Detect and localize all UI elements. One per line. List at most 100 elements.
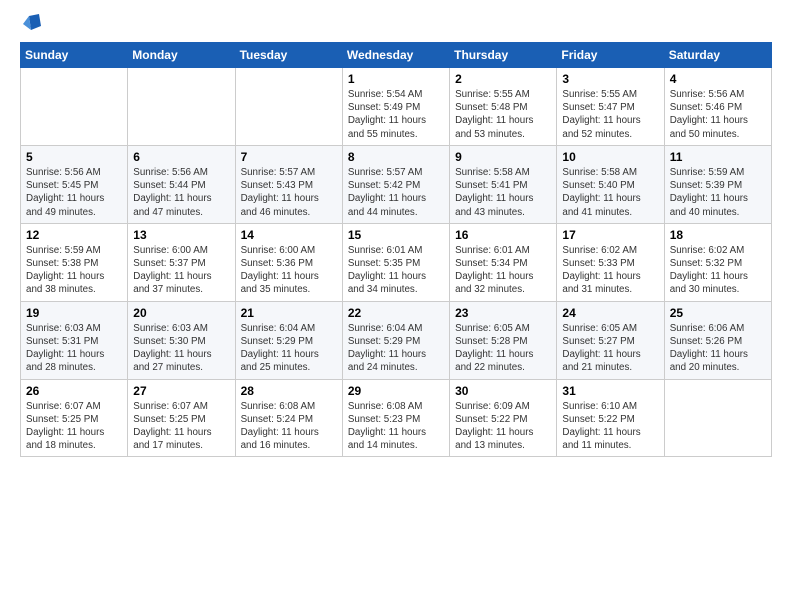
page: SundayMondayTuesdayWednesdayThursdayFrid…	[0, 0, 792, 612]
logo-icon	[21, 12, 43, 34]
day-number: 16	[455, 228, 551, 242]
day-number: 8	[348, 150, 444, 164]
day-info: Sunrise: 6:03 AMSunset: 5:31 PMDaylight:…	[26, 322, 122, 375]
calendar-day-cell: 3 Sunrise: 5:55 AMSunset: 5:47 PMDaylight…	[557, 68, 664, 146]
calendar-day-cell: 14 Sunrise: 6:00 AMSunset: 5:36 PMDayligh…	[235, 223, 342, 301]
day-info: Sunrise: 5:56 AMSunset: 5:44 PMDaylight:…	[133, 166, 229, 219]
day-info: Sunrise: 6:04 AMSunset: 5:29 PMDaylight:…	[348, 322, 444, 375]
day-info: Sunrise: 5:57 AMSunset: 5:43 PMDaylight:…	[241, 166, 337, 219]
day-info: Sunrise: 6:08 AMSunset: 5:24 PMDaylight:…	[241, 400, 337, 453]
day-number: 15	[348, 228, 444, 242]
day-number: 24	[562, 306, 658, 320]
calendar-day-cell	[128, 68, 235, 146]
calendar-header-day: Monday	[128, 43, 235, 68]
day-info: Sunrise: 6:01 AMSunset: 5:34 PMDaylight:…	[455, 244, 551, 297]
day-info: Sunrise: 6:01 AMSunset: 5:35 PMDaylight:…	[348, 244, 444, 297]
day-number: 4	[670, 72, 766, 86]
day-number: 3	[562, 72, 658, 86]
calendar-day-cell: 25Sunrise: 6:06 AMSunset: 5:26 PMDayligh…	[664, 301, 771, 379]
day-info: Sunrise: 6:05 AMSunset: 5:28 PMDaylight:…	[455, 322, 551, 375]
calendar-day-cell: 13 Sunrise: 6:00 AMSunset: 5:37 PMDayligh…	[128, 223, 235, 301]
day-number: 12	[26, 228, 122, 242]
day-info: Sunrise: 6:00 AMSunset: 5:37 PMDaylight:…	[133, 244, 229, 297]
calendar-day-cell: 4 Sunrise: 5:56 AMSunset: 5:46 PMDaylight…	[664, 68, 771, 146]
day-info: Sunrise: 5:59 AMSunset: 5:38 PMDaylight:…	[26, 244, 122, 297]
day-number: 6	[133, 150, 229, 164]
day-info: Sunrise: 6:02 AMSunset: 5:33 PMDaylight:…	[562, 244, 658, 297]
day-number: 13	[133, 228, 229, 242]
calendar-day-cell: 17Sunrise: 6:02 AMSunset: 5:33 PMDayligh…	[557, 223, 664, 301]
calendar-day-cell	[664, 379, 771, 457]
day-number: 31	[562, 384, 658, 398]
calendar-day-cell: 21 Sunrise: 6:04 AMSunset: 5:29 PMDayligh…	[235, 301, 342, 379]
calendar-day-cell: 30 Sunrise: 6:09 AMSunset: 5:22 PMDayligh…	[450, 379, 557, 457]
calendar-day-cell: 27 Sunrise: 6:07 AMSunset: 5:25 PMDayligh…	[128, 379, 235, 457]
day-number: 5	[26, 150, 122, 164]
calendar-day-cell: 1 Sunrise: 5:54 AMSunset: 5:49 PMDaylight…	[342, 68, 449, 146]
day-number: 21	[241, 306, 337, 320]
day-info: Sunrise: 5:55 AMSunset: 5:47 PMDaylight:…	[562, 88, 658, 141]
calendar-header-day: Tuesday	[235, 43, 342, 68]
calendar-day-cell: 11Sunrise: 5:59 AMSunset: 5:39 PMDayligh…	[664, 145, 771, 223]
calendar-day-cell: 7 Sunrise: 5:57 AMSunset: 5:43 PMDaylight…	[235, 145, 342, 223]
day-number: 27	[133, 384, 229, 398]
calendar-day-cell: 10 Sunrise: 5:58 AMSunset: 5:40 PMDayligh…	[557, 145, 664, 223]
day-number: 18	[670, 228, 766, 242]
day-info: Sunrise: 6:05 AMSunset: 5:27 PMDaylight:…	[562, 322, 658, 375]
day-info: Sunrise: 5:58 AMSunset: 5:41 PMDaylight:…	[455, 166, 551, 219]
calendar-day-cell	[235, 68, 342, 146]
day-number: 23	[455, 306, 551, 320]
calendar-day-cell: 23 Sunrise: 6:05 AMSunset: 5:28 PMDayligh…	[450, 301, 557, 379]
calendar-day-cell: 16 Sunrise: 6:01 AMSunset: 5:34 PMDayligh…	[450, 223, 557, 301]
calendar-day-cell: 9Sunrise: 5:58 AMSunset: 5:41 PMDaylight…	[450, 145, 557, 223]
calendar-day-cell: 2Sunrise: 5:55 AMSunset: 5:48 PMDaylight…	[450, 68, 557, 146]
day-info: Sunrise: 6:03 AMSunset: 5:30 PMDaylight:…	[133, 322, 229, 375]
calendar-header-day: Friday	[557, 43, 664, 68]
day-info: Sunrise: 6:08 AMSunset: 5:23 PMDaylight:…	[348, 400, 444, 453]
calendar-day-cell: 19 Sunrise: 6:03 AMSunset: 5:31 PMDayligh…	[21, 301, 128, 379]
day-info: Sunrise: 6:00 AMSunset: 5:36 PMDaylight:…	[241, 244, 337, 297]
day-info: Sunrise: 6:04 AMSunset: 5:29 PMDaylight:…	[241, 322, 337, 375]
day-number: 1	[348, 72, 444, 86]
calendar-day-cell: 26 Sunrise: 6:07 AMSunset: 5:25 PMDayligh…	[21, 379, 128, 457]
day-info: Sunrise: 6:07 AMSunset: 5:25 PMDaylight:…	[133, 400, 229, 453]
calendar-day-cell: 29 Sunrise: 6:08 AMSunset: 5:23 PMDayligh…	[342, 379, 449, 457]
day-number: 22	[348, 306, 444, 320]
day-info: Sunrise: 6:09 AMSunset: 5:22 PMDaylight:…	[455, 400, 551, 453]
day-info: Sunrise: 5:59 AMSunset: 5:39 PMDaylight:…	[670, 166, 766, 219]
calendar-day-cell: 6 Sunrise: 5:56 AMSunset: 5:44 PMDaylight…	[128, 145, 235, 223]
calendar-week-row: 19 Sunrise: 6:03 AMSunset: 5:31 PMDayligh…	[21, 301, 772, 379]
calendar-day-cell	[21, 68, 128, 146]
logo	[20, 16, 43, 30]
day-number: 20	[133, 306, 229, 320]
day-number: 2	[455, 72, 551, 86]
calendar-week-row: 26 Sunrise: 6:07 AMSunset: 5:25 PMDayligh…	[21, 379, 772, 457]
calendar-day-cell: 18 Sunrise: 6:02 AMSunset: 5:32 PMDayligh…	[664, 223, 771, 301]
calendar-week-row: 1 Sunrise: 5:54 AMSunset: 5:49 PMDaylight…	[21, 68, 772, 146]
day-info: Sunrise: 6:10 AMSunset: 5:22 PMDaylight:…	[562, 400, 658, 453]
day-number: 29	[348, 384, 444, 398]
calendar-day-cell: 31 Sunrise: 6:10 AMSunset: 5:22 PMDayligh…	[557, 379, 664, 457]
day-number: 7	[241, 150, 337, 164]
calendar-day-cell: 28Sunrise: 6:08 AMSunset: 5:24 PMDayligh…	[235, 379, 342, 457]
day-number: 19	[26, 306, 122, 320]
day-info: Sunrise: 5:57 AMSunset: 5:42 PMDaylight:…	[348, 166, 444, 219]
day-number: 14	[241, 228, 337, 242]
calendar-header-day: Wednesday	[342, 43, 449, 68]
calendar-day-cell: 12 Sunrise: 5:59 AMSunset: 5:38 PMDayligh…	[21, 223, 128, 301]
day-info: Sunrise: 5:56 AMSunset: 5:45 PMDaylight:…	[26, 166, 122, 219]
calendar-week-row: 12 Sunrise: 5:59 AMSunset: 5:38 PMDayligh…	[21, 223, 772, 301]
day-info: Sunrise: 5:54 AMSunset: 5:49 PMDaylight:…	[348, 88, 444, 141]
day-number: 30	[455, 384, 551, 398]
day-number: 26	[26, 384, 122, 398]
day-info: Sunrise: 6:07 AMSunset: 5:25 PMDaylight:…	[26, 400, 122, 453]
calendar-day-cell: 22 Sunrise: 6:04 AMSunset: 5:29 PMDayligh…	[342, 301, 449, 379]
calendar-header-day: Thursday	[450, 43, 557, 68]
day-info: Sunrise: 6:02 AMSunset: 5:32 PMDaylight:…	[670, 244, 766, 297]
calendar-day-cell: 8 Sunrise: 5:57 AMSunset: 5:42 PMDaylight…	[342, 145, 449, 223]
day-number: 10	[562, 150, 658, 164]
calendar: SundayMondayTuesdayWednesdayThursdayFrid…	[20, 42, 772, 457]
calendar-header-row: SundayMondayTuesdayWednesdayThursdayFrid…	[21, 43, 772, 68]
day-info: Sunrise: 5:58 AMSunset: 5:40 PMDaylight:…	[562, 166, 658, 219]
day-info: Sunrise: 5:56 AMSunset: 5:46 PMDaylight:…	[670, 88, 766, 141]
